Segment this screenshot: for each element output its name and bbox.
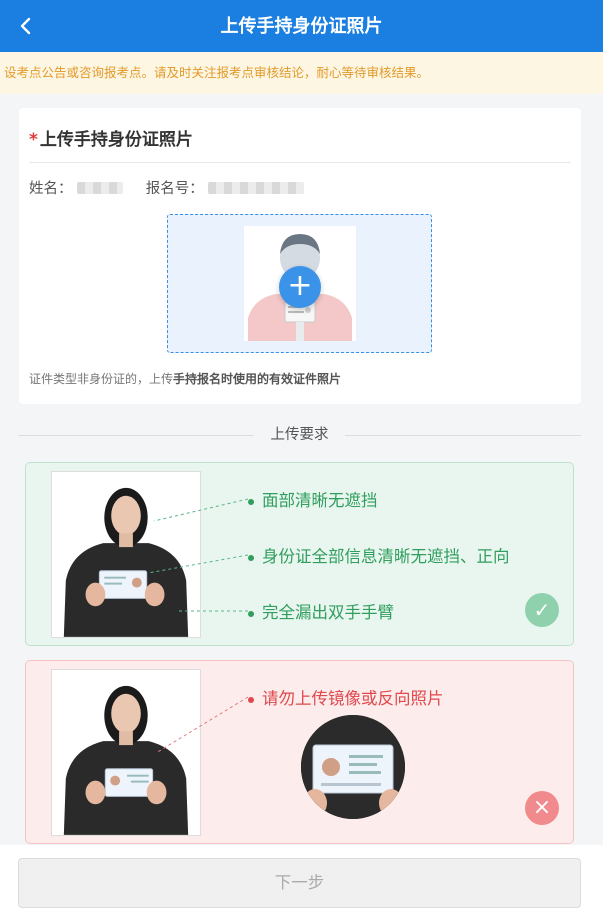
reg-number-value-masked [208, 181, 305, 194]
correct-item-face: 面部清晰无遮挡 [248, 487, 378, 511]
upload-hint: 证件类型非身份证的，上传手持报名时使用的有效证件照片 [29, 372, 342, 386]
mirrored-id-closeup [301, 715, 405, 819]
page-title: 上传手持身份证照片 [220, 16, 383, 37]
applicant-info: 姓名： 报名号： [29, 177, 305, 198]
required-mark: * [29, 130, 38, 150]
app-header: 上传手持身份证照片 [0, 0, 603, 52]
next-step-button[interactable]: 下一步 [18, 858, 581, 908]
wrong-example-panel: 请勿上传镜像或反向照片 × [25, 660, 574, 844]
name-label: 姓名： [29, 181, 73, 197]
upload-card: * 上传手持身份证照片 姓名： 报名号： + 证件类型非身份证的，上传手持报名时使… [19, 108, 581, 404]
divider [29, 162, 571, 163]
wrong-item-mirror: 请勿上传镜像或反向照片 [248, 685, 444, 709]
notice-banner: 设考点公告或咨询报考点。请及时关注报考点审核结论，耐心等待审核结果。 [0, 52, 603, 94]
photo-upload-area[interactable]: + [167, 214, 432, 353]
correct-example-photo [51, 471, 201, 638]
footer-bar: 下一步 [0, 845, 603, 921]
requirements-heading: 上传要求 [18, 425, 581, 445]
close-icon: × [525, 791, 559, 825]
reg-number-label: 报名号： [145, 181, 204, 197]
wrong-example-photo [51, 669, 201, 836]
card-title-text: 上传手持身份证照片 [39, 130, 193, 150]
correct-example-panel: 面部清晰无遮挡 身份证全部信息清晰无遮挡、正向 完全漏出双手手臂 ✓ [25, 462, 574, 646]
name-value-masked [77, 181, 124, 194]
card-title: * 上传手持身份证照片 [29, 125, 193, 150]
plus-icon[interactable]: + [279, 266, 321, 308]
correct-item-id-info: 身份证全部信息清晰无遮挡、正向 [248, 543, 510, 567]
correct-item-arms: 完全漏出双手手臂 [248, 599, 394, 623]
check-icon: ✓ [525, 593, 559, 627]
divider-right [345, 435, 581, 436]
